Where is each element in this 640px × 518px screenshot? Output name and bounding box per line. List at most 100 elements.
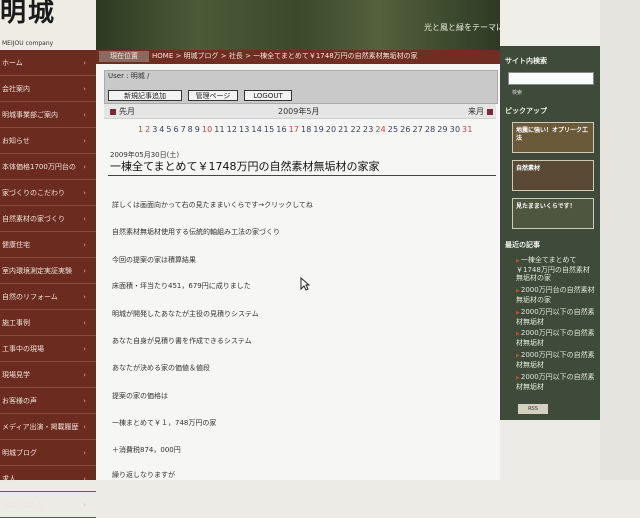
sidebar-item[interactable]: メディア出演・掲載履歴 › [0, 414, 96, 440]
sidebar-item[interactable]: お問い合わせ › [0, 492, 96, 518]
calendar-day[interactable]: 12 [227, 125, 238, 134]
logo-subtitle: MEIJOU company [2, 40, 54, 47]
recent-article-link[interactable]: 2000万円以下の自然素材無垢材 [516, 373, 596, 391]
calendar-days: 1 2 3 4 5 6 7 8 9 10 11 12 13 14 15 16 17 18 19 20 21 22 23 24 2… [138, 125, 474, 134]
chevron-right-icon: › [83, 449, 86, 457]
sidebar-item[interactable]: 自然素材の家づくり › [0, 206, 96, 232]
sidebar-item[interactable]: 室内環境測定実証実験 › [0, 258, 96, 284]
sidebar-item-label: 求人 [2, 475, 16, 483]
sidebar-item[interactable]: 自然のリフォーム › [0, 284, 96, 310]
calendar-day[interactable]: 11 [214, 125, 225, 134]
logout-button[interactable]: LOGOUT [244, 90, 292, 101]
sidebar-item[interactable]: 会社案内 › [0, 76, 96, 102]
calendar-day[interactable]: 30 [450, 125, 461, 134]
admin-page-button[interactable]: 管理ページ [188, 90, 238, 101]
recent-article-link[interactable]: 2000万円以下の自然素材無垢材 [516, 308, 596, 326]
sidebar-item[interactable]: 健康住宅 › [0, 232, 96, 258]
calendar-day[interactable]: 31 [462, 125, 473, 134]
calendar-day[interactable]: 26 [400, 125, 411, 134]
page-background-right [600, 0, 640, 480]
calendar-day[interactable]: 28 [425, 125, 436, 134]
sidebar-item-label: 健康住宅 [2, 241, 30, 249]
chevron-right-icon: › [83, 111, 86, 119]
breadcrumb[interactable]: HOME > 明城ブログ > 社長 > 一棟全てまとめて￥1748万円の自然素材… [152, 51, 418, 62]
rss-icon[interactable]: RSS [518, 404, 548, 414]
sidebar-item[interactable]: 本体価格1700万円台の › [0, 154, 96, 180]
new-post-button[interactable]: 新規記事追加 [108, 90, 182, 101]
banner-price[interactable]: 見たままいくらです！ [512, 198, 594, 229]
recent-article-link[interactable]: 2000万円台の自然素材無垢材の家 [516, 286, 596, 304]
chevron-right-icon: › [83, 319, 86, 327]
calendar-day[interactable]: 25 [388, 125, 399, 134]
chevron-right-icon: › [83, 397, 86, 405]
site-logo[interactable]: 明城 [0, 0, 60, 26]
sidebar-item[interactable]: 求人 › [0, 466, 96, 492]
post-title[interactable]: 一棟全てまとめて￥1748万円の自然素材無垢材の家家 [110, 158, 379, 174]
sidebar-item[interactable]: お知らせ › [0, 128, 96, 154]
calendar-day[interactable]: 18 [301, 125, 312, 134]
search-hint: 検索 [512, 90, 523, 96]
calendar-day[interactable]: 14 [251, 125, 262, 134]
sidebar-item-label: お問い合わせ [2, 501, 44, 509]
calendar-day[interactable]: 27 [412, 125, 423, 134]
calendar-day[interactable]: 9 [195, 125, 200, 134]
prev-month-link[interactable]: 先月 [107, 106, 135, 117]
next-month-link[interactable]: 来月 [468, 106, 496, 117]
sidebar-item[interactable]: 現場見学 › [0, 362, 96, 388]
sidebar-item[interactable]: 家づくりのこだわり › [0, 180, 96, 206]
calendar-day[interactable]: 20 [326, 125, 337, 134]
sidebar-item-label: 明城事業部ご案内 [2, 111, 58, 119]
chevron-right-icon: › [83, 59, 86, 67]
chevron-right-icon: › [83, 241, 86, 249]
chevron-right-icon: › [83, 293, 86, 301]
calendar-day[interactable]: 1 [138, 125, 143, 134]
sidebar-item-label: 工事中の現場 [2, 345, 44, 353]
chevron-right-icon: › [83, 475, 86, 483]
calendar-day[interactable]: 5 [166, 125, 171, 134]
calendar-day[interactable]: 15 [264, 125, 275, 134]
calendar-day[interactable]: 3 [152, 125, 157, 134]
sidebar-item[interactable]: 工事中の現場 › [0, 336, 96, 362]
sidebar-item[interactable]: お客様の声 › [0, 388, 96, 414]
sidebar-item[interactable]: 施工事例 › [0, 310, 96, 336]
sidebar-left: ホーム › 会社案内 › 明城事業部ご案内 › お知らせ › 本体価格1700万円台の › 家づくり… [0, 50, 96, 518]
calendar-day[interactable]: 19 [313, 125, 324, 134]
calendar-day[interactable]: 7 [181, 125, 186, 134]
post-line: 詳しくは画面向かって右の見たままいくらです→クリックしてね [112, 201, 313, 209]
sidebar-item-label: 施工事例 [2, 319, 30, 327]
calendar-day[interactable]: 10 [202, 125, 213, 134]
calendar-day[interactable]: 21 [338, 125, 349, 134]
chevron-right-icon: › [83, 345, 86, 353]
sidebar-item-label: 家づくりのこだわり [2, 189, 65, 197]
calendar-day[interactable]: 23 [363, 125, 374, 134]
header-tagline: 光と風と緑をテーマに [424, 23, 504, 32]
recent-article-link[interactable]: 一棟全てまとめて￥1748万円の自然素材無垢材の家 [516, 256, 596, 283]
sidebar-item-label: 現場見学 [2, 371, 30, 379]
breadcrumb-label: 現在位置 [99, 51, 149, 62]
sidebar-item-label: 明城ブログ [2, 449, 37, 457]
calendar-month: 2009年5月 [278, 107, 320, 116]
chevron-right-icon: › [83, 85, 86, 93]
calendar-day[interactable]: 13 [239, 125, 250, 134]
post-line: あなた自身が見積り書を作成できるシステム [112, 337, 252, 345]
recent-article-link[interactable]: 2000万円以下の自然素材無垢材 [516, 351, 596, 369]
search-input[interactable] [508, 72, 594, 85]
calendar-day[interactable]: 24 [375, 125, 386, 134]
sidebar-item[interactable]: 明城事業部ご案内 › [0, 102, 96, 128]
calendar-day[interactable]: 6 [173, 125, 178, 134]
calendar-day[interactable]: 2 [145, 125, 150, 134]
sidebar-item-label: 自然のリフォーム [2, 293, 58, 301]
calendar-day[interactable]: 4 [159, 125, 164, 134]
sidebar-item[interactable]: ホーム › [0, 50, 96, 76]
calendar-day[interactable]: 22 [351, 125, 362, 134]
calendar-day[interactable]: 17 [289, 125, 300, 134]
calendar-day[interactable]: 8 [188, 125, 193, 134]
recent-article-link[interactable]: 2000万円以下の自然素材無垢材 [516, 329, 596, 347]
banner-natural-materials[interactable]: 自然素材 [512, 160, 594, 191]
post-line: 明城が開発したあなたが主役の見積りシステム [112, 310, 259, 318]
sidebar-item[interactable]: 明城ブログ › [0, 440, 96, 466]
banner-earthquake[interactable]: 地震に強い！オプリーク工法 [512, 122, 594, 153]
sidebar-item-label: 本体価格1700万円台の [2, 163, 76, 171]
calendar-day[interactable]: 16 [276, 125, 287, 134]
calendar-day[interactable]: 29 [437, 125, 448, 134]
